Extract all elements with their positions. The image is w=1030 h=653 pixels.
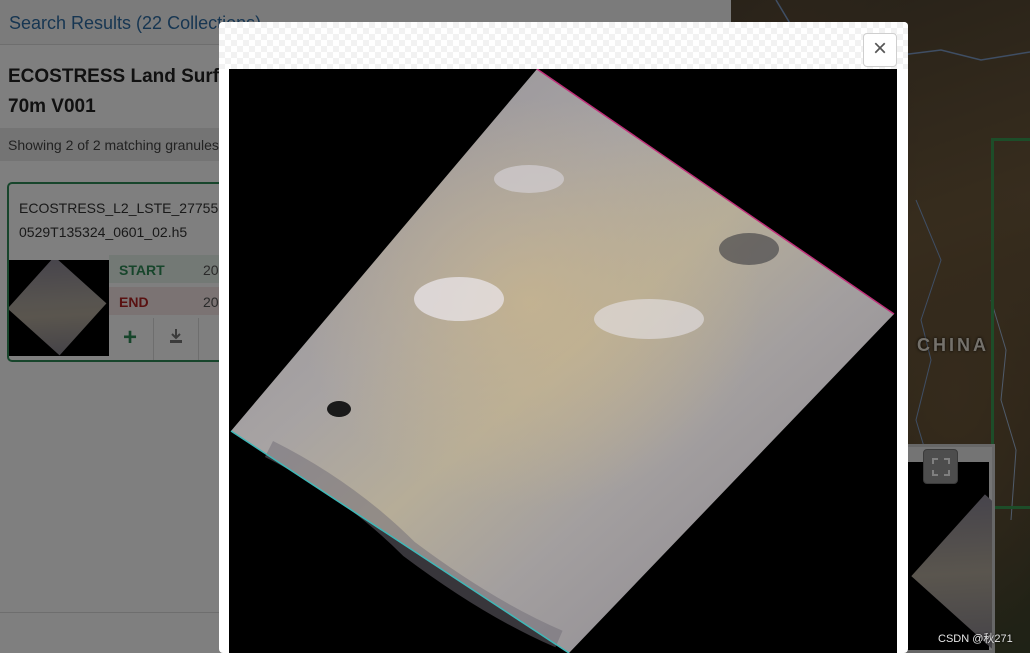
granule-browse-image (230, 69, 895, 653)
image-preview-modal: × (219, 22, 908, 653)
browse-image (229, 69, 897, 653)
watermark: CSDN @秋271 (938, 633, 1013, 645)
modal-header: × (219, 22, 908, 69)
close-button[interactable]: × (863, 33, 897, 67)
